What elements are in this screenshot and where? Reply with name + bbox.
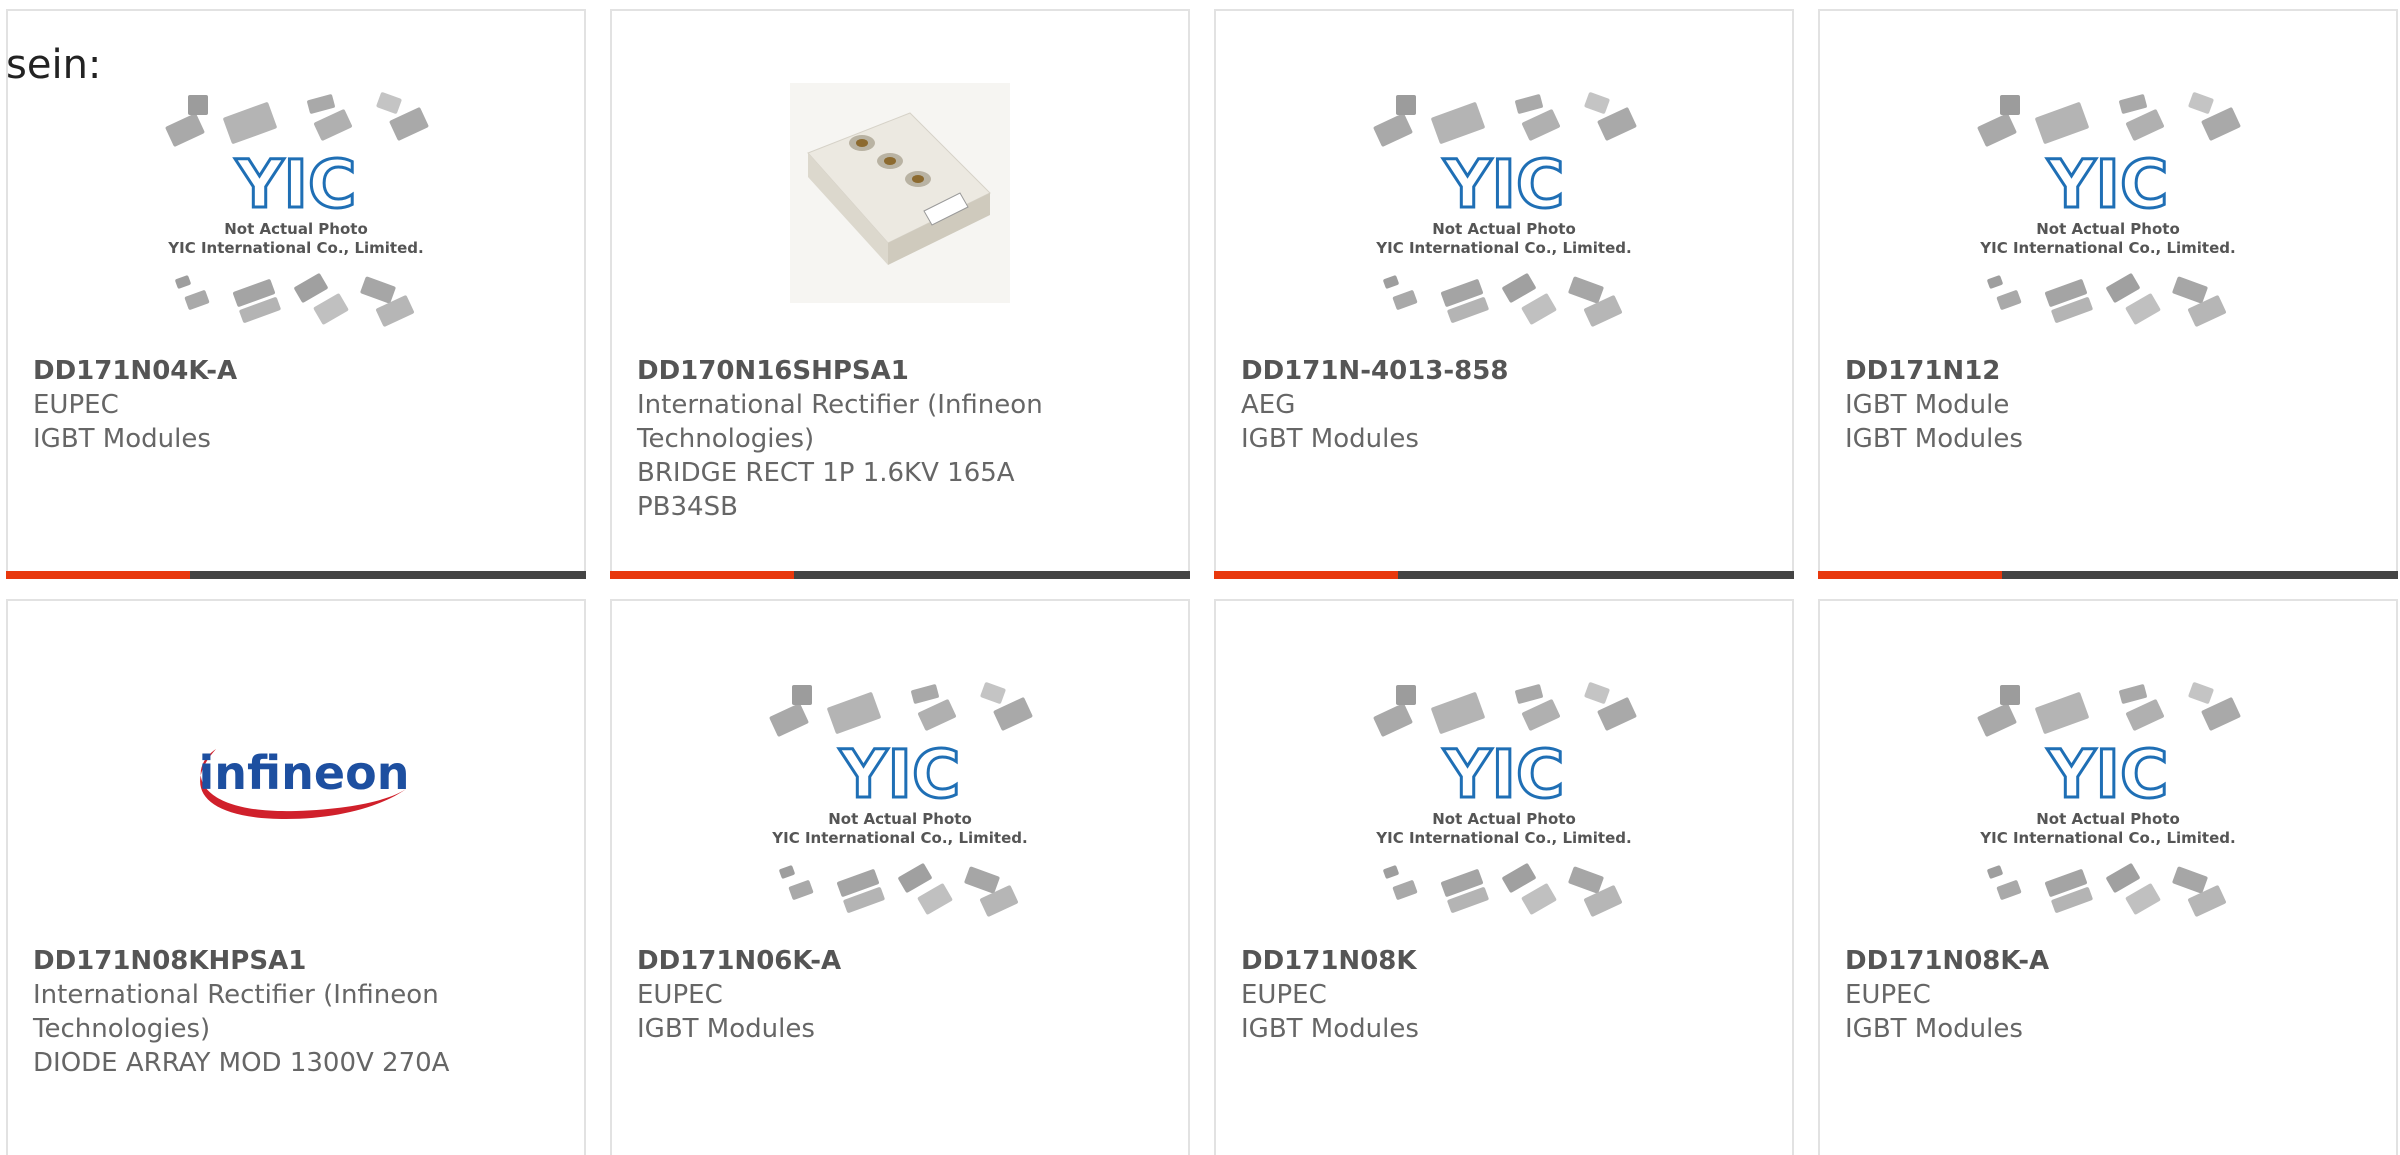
product-detail-line: EUPEC bbox=[1241, 980, 1327, 1010]
not-actual-photo-image: YICNot Actual PhotoYIC International Co.… bbox=[1977, 92, 2241, 327]
product-detail-line: IGBT Modules bbox=[33, 424, 211, 454]
product-card[interactable]: YIC Not Actual Photo YIC International Co.… bbox=[1214, 9, 1794, 579]
product-detail-line: DIODE ARRAY MOD 1300V 270A bbox=[33, 1048, 450, 1078]
product-info: DD171N08K-A EUPEC IGBT Modules bbox=[1845, 944, 2356, 1046]
infineon-logo-icon: infineon bbox=[199, 746, 410, 819]
not-actual-photo-image: YICNot Actual PhotoYIC International Co.… bbox=[1373, 92, 1637, 327]
card-accent-bar bbox=[610, 571, 794, 579]
product-info: DD171N08KHPSA1 International Rectifier (I… bbox=[33, 944, 544, 1080]
part-number-link[interactable]: DD171N08K bbox=[1241, 944, 1752, 978]
product-info: DD171N06K-A EUPEC IGBT Modules bbox=[637, 944, 1148, 1046]
part-number-link[interactable]: DD171N08KHPSA1 bbox=[33, 944, 544, 978]
product-detail-line: PB34SB bbox=[637, 492, 738, 522]
part-number-link[interactable]: DD171N12 bbox=[1845, 354, 2356, 388]
placeholder-caption-line-2: YIC International Co., Limited. bbox=[1979, 239, 2235, 257]
card-bottom-bar bbox=[1214, 571, 1794, 579]
yic-logo-text: YIC bbox=[1443, 736, 1565, 813]
part-number-link[interactable]: DD171N08K-A bbox=[1845, 944, 2356, 978]
product-card[interactable]: YIC Not Actual Photo YIC International Co.… bbox=[610, 599, 1190, 1155]
placeholder-caption-line-1: Not Actual Photo bbox=[224, 220, 368, 238]
yic-logo-text: YIC bbox=[235, 146, 357, 223]
placeholder-caption-line-2: YIC International Co., Limited. bbox=[1375, 239, 1631, 257]
part-number-link[interactable]: DD171N-4013-858 bbox=[1241, 354, 1752, 388]
placeholder-caption-line-2: YIC International Co., Limited. bbox=[1979, 829, 2235, 847]
card-accent-bar bbox=[6, 571, 190, 579]
placeholder-caption-line-1: Not Actual Photo bbox=[828, 810, 972, 828]
product-detail-line: IGBT Modules bbox=[637, 1014, 815, 1044]
product-image[interactable]: YIC Not Actual Photo YIC International Co.… bbox=[8, 89, 584, 355]
product-detail-line: Technologies) bbox=[637, 424, 815, 454]
placeholder-caption-line-1: Not Actual Photo bbox=[1432, 810, 1576, 828]
product-info: DD171N12 IGBT Module IGBT Modules bbox=[1845, 354, 2356, 456]
card-accent-bar bbox=[1214, 571, 1398, 579]
product-image[interactable]: YIC Not Actual Photo YIC International Co.… bbox=[1216, 679, 1792, 945]
product-info: DD171N04K-A EUPEC IGBT Modules bbox=[33, 354, 544, 456]
part-number-link[interactable]: DD171N06K-A bbox=[637, 944, 1148, 978]
yic-logo-text: YIC bbox=[2047, 146, 2169, 223]
product-detail-line: IGBT Modules bbox=[1845, 1014, 2023, 1044]
placeholder-caption-line-1: Not Actual Photo bbox=[1432, 220, 1576, 238]
product-detail-line: EUPEC bbox=[33, 390, 119, 420]
product-card[interactable]: YIC Not Actual Photo YIC International Co.… bbox=[1214, 599, 1794, 1155]
product-detail-line: AEG bbox=[1241, 390, 1296, 420]
product-card[interactable]: infineon DD171N08KHPSA1 International Rect… bbox=[6, 599, 586, 1155]
product-card[interactable]: YIC Not Actual Photo YIC International Co.… bbox=[1818, 599, 2398, 1155]
module-photo-image bbox=[790, 83, 1010, 303]
product-card[interactable]: YIC Not Actual Photo YIC International Co.… bbox=[6, 9, 586, 579]
svg-text:infineon: infineon bbox=[199, 746, 410, 800]
placeholder-caption-line-2: YIC International Co., Limited. bbox=[1375, 829, 1631, 847]
part-number-link[interactable]: DD171N04K-A bbox=[33, 354, 544, 388]
product-image[interactable] bbox=[612, 83, 1188, 349]
not-actual-photo-image: YICNot Actual PhotoYIC International Co.… bbox=[1373, 682, 1637, 917]
part-number-link[interactable]: DD170N16SHPSA1 bbox=[637, 354, 1148, 388]
not-actual-photo-image: YICNot Actual PhotoYIC International Co.… bbox=[1977, 682, 2241, 917]
product-image[interactable]: YIC Not Actual Photo YIC International Co.… bbox=[1820, 679, 2396, 945]
card-bottom-bar bbox=[1818, 571, 2398, 579]
placeholder-caption-line-2: YIC International Co., Limited. bbox=[771, 829, 1027, 847]
product-card[interactable]: DD170N16SHPSA1 International Rectifier (I… bbox=[610, 9, 1190, 579]
section-heading: sein: bbox=[6, 42, 102, 88]
card-bottom-bar bbox=[610, 571, 1190, 579]
product-detail-line: IGBT Modules bbox=[1241, 424, 1419, 454]
product-detail-line: IGBT Modules bbox=[1845, 424, 2023, 454]
product-detail-line: EUPEC bbox=[637, 980, 723, 1010]
placeholder-caption-line-2: YIC International Co., Limited. bbox=[167, 239, 423, 257]
product-detail-line: IGBT Module bbox=[1845, 390, 2010, 420]
placeholder-caption-line-1: Not Actual Photo bbox=[2036, 810, 2180, 828]
product-detail-line: IGBT Modules bbox=[1241, 1014, 1419, 1044]
product-info: DD171N08K EUPEC IGBT Modules bbox=[1241, 944, 1752, 1046]
product-image[interactable]: YIC Not Actual Photo YIC International Co.… bbox=[1820, 89, 2396, 355]
product-detail-line: International Rectifier (Infineon bbox=[637, 390, 1043, 420]
yic-logo-text: YIC bbox=[1443, 146, 1565, 223]
yic-logo-text: YIC bbox=[839, 736, 961, 813]
product-detail-line: Technologies) bbox=[33, 1014, 211, 1044]
product-info: DD171N-4013-858 AEG IGBT Modules bbox=[1241, 354, 1752, 456]
product-card[interactable]: YIC Not Actual Photo YIC International Co.… bbox=[1818, 9, 2398, 579]
not-actual-photo-image: YICNot Actual PhotoYIC International Co.… bbox=[769, 682, 1033, 917]
card-bottom-bar bbox=[6, 571, 586, 579]
yic-logo-text: YIC bbox=[2047, 736, 2169, 813]
product-info: DD170N16SHPSA1 International Rectifier (I… bbox=[637, 354, 1148, 524]
product-detail-line: BRIDGE RECT 1P 1.6KV 165A bbox=[637, 458, 1015, 488]
card-accent-bar bbox=[1818, 571, 2002, 579]
product-detail-line: EUPEC bbox=[1845, 980, 1931, 1010]
product-detail-line: International Rectifier (Infineon bbox=[33, 980, 439, 1010]
product-image[interactable]: YIC Not Actual Photo YIC International Co.… bbox=[1216, 89, 1792, 355]
not-actual-photo-image: YICNot Actual PhotoYIC International Co.… bbox=[165, 92, 429, 327]
placeholder-caption-line-1: Not Actual Photo bbox=[2036, 220, 2180, 238]
product-image[interactable]: YIC Not Actual Photo YIC International Co.… bbox=[612, 679, 1188, 945]
product-grid-page: sein: YIC Not Actual Photo YIC Internation… bbox=[0, 0, 2400, 1155]
